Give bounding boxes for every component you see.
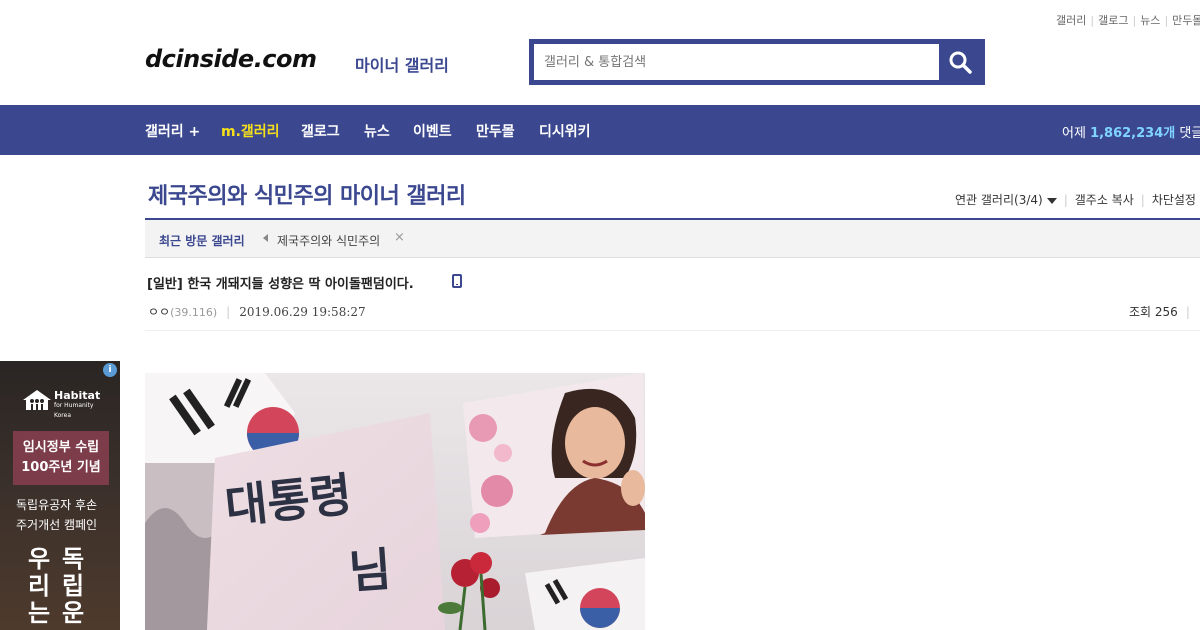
divider: | [1185, 305, 1190, 319]
post-author[interactable]: ㅇㅇ [148, 305, 170, 319]
sign-text-2: 님 [347, 542, 393, 599]
chevron-left-icon[interactable] [263, 234, 268, 242]
logo-subtitle[interactable]: 마이너 갤러리 [355, 52, 449, 76]
post-author-ip: (39.116) [170, 306, 218, 319]
main-nav: 갤러리 + m.갤러리 갤로그 뉴스 이벤트 만두몰 디시위키 어제 1,862… [0, 105, 1200, 155]
house-icon [23, 390, 51, 410]
nav-mall[interactable]: 만두몰 [476, 121, 515, 141]
ad-copy-line1: 독립유공자 후손 [16, 498, 98, 512]
search-icon [949, 51, 972, 74]
caret-down-icon [1046, 197, 1057, 204]
post-meta: ㅇㅇ(39.116) | 2019.06.29 19:58:27 [148, 303, 366, 320]
side-ad-banner[interactable]: i Habitat for Humanity Korea 임시정부 수립 100주년… [0, 361, 120, 630]
view-count: 조회 256 [1129, 305, 1178, 319]
nav-m-gallery[interactable]: m.갤러리 [221, 121, 280, 141]
stat-suffix: 댓글 [1179, 126, 1200, 141]
top-link-mall[interactable]: 만두몰 [1172, 14, 1200, 27]
divider: | [1164, 14, 1169, 27]
post-title: [일반] 한국 개돼지들 성향은 딱 아이돌팬덤이다. [147, 277, 414, 292]
nav-news[interactable]: 뉴스 [364, 121, 390, 141]
nav-dcwiki[interactable]: 디시위키 [539, 121, 591, 141]
nav-event[interactable]: 이벤트 [413, 121, 452, 141]
post-date: 2019.06.29 19:58:27 [239, 305, 366, 319]
divider: | [1140, 193, 1145, 207]
search-button[interactable] [939, 44, 980, 80]
ad-big-text: 우리는 독립운 [28, 546, 108, 627]
related-gallery-dropdown[interactable]: 연관 갤러리(3/4) [955, 193, 1057, 207]
stat-value: 1,862,234개 [1090, 126, 1176, 141]
top-link-gallery[interactable]: 갤러리 [1056, 14, 1086, 27]
ad-info-icon[interactable]: i [103, 363, 117, 377]
ad-big-col1: 우리는 [28, 545, 51, 627]
top-utility-links: 갤러리 | 갤로그 | 뉴스 | 만두몰 [1056, 12, 1200, 28]
nav-gallog[interactable]: 갤로그 [301, 121, 340, 141]
habitat-logo: Habitat for Humanity Korea [22, 385, 102, 419]
habitat-brand-line2: for Humanity [54, 402, 94, 409]
close-icon[interactable]: × [394, 230, 405, 245]
block-settings-button[interactable]: 차단설정 [1152, 193, 1196, 207]
top-link-gallog[interactable]: 갤로그 [1098, 14, 1128, 27]
search-bar [529, 39, 985, 85]
habitat-brand-small: Korea [54, 412, 72, 419]
ad-big-col2: 독립운 [62, 545, 85, 627]
divider: | [226, 305, 231, 319]
ad-box-line2: 100주년 기념 [21, 460, 101, 475]
site-logo[interactable]: dcinside.com [145, 45, 317, 73]
ad-copy: 독립유공자 후손 주거개선 캠페인 [16, 495, 97, 535]
gallery-title[interactable]: 제국주의와 식민주의 마이너 갤러리 [148, 178, 466, 210]
yesterday-comment-stat: 어제 1,862,234개 댓글 [1062, 122, 1200, 141]
recent-galleries-label: 최근 방문 갤러리 [159, 234, 245, 248]
divider: | [1132, 14, 1137, 27]
meta-divider [145, 330, 1200, 331]
post-image: 대통령 님 [145, 373, 645, 630]
search-input[interactable] [534, 44, 939, 80]
post-views: 조회 256 | [1129, 303, 1198, 320]
gallery-tools: 연관 갤러리(3/4) | 갤주소 복사 | 차단설정 [955, 191, 1196, 208]
ad-box-line1: 임시정부 수립 [22, 440, 100, 455]
ad-copy-line2: 주거개선 캠페인 [16, 518, 98, 532]
mobile-icon [452, 274, 462, 288]
top-link-news[interactable]: 뉴스 [1140, 14, 1160, 27]
stat-prefix: 어제 [1062, 126, 1086, 141]
nav-gallery-plus[interactable]: 갤러리 + [145, 121, 200, 141]
ad-headline-box: 임시정부 수립 100주년 기념 [13, 431, 109, 485]
divider: | [1090, 14, 1095, 27]
recent-galleries-bar: 최근 방문 갤러리 제국주의와 식민주의 × [145, 220, 1200, 258]
post-photo: 대통령 님 [145, 373, 645, 630]
divider: | [1063, 193, 1068, 207]
recent-gallery-link[interactable]: 제국주의와 식민주의 [277, 232, 380, 249]
related-gallery-label: 연관 갤러리(3/4) [955, 193, 1043, 207]
copy-address-button[interactable]: 갤주소 복사 [1075, 193, 1134, 207]
